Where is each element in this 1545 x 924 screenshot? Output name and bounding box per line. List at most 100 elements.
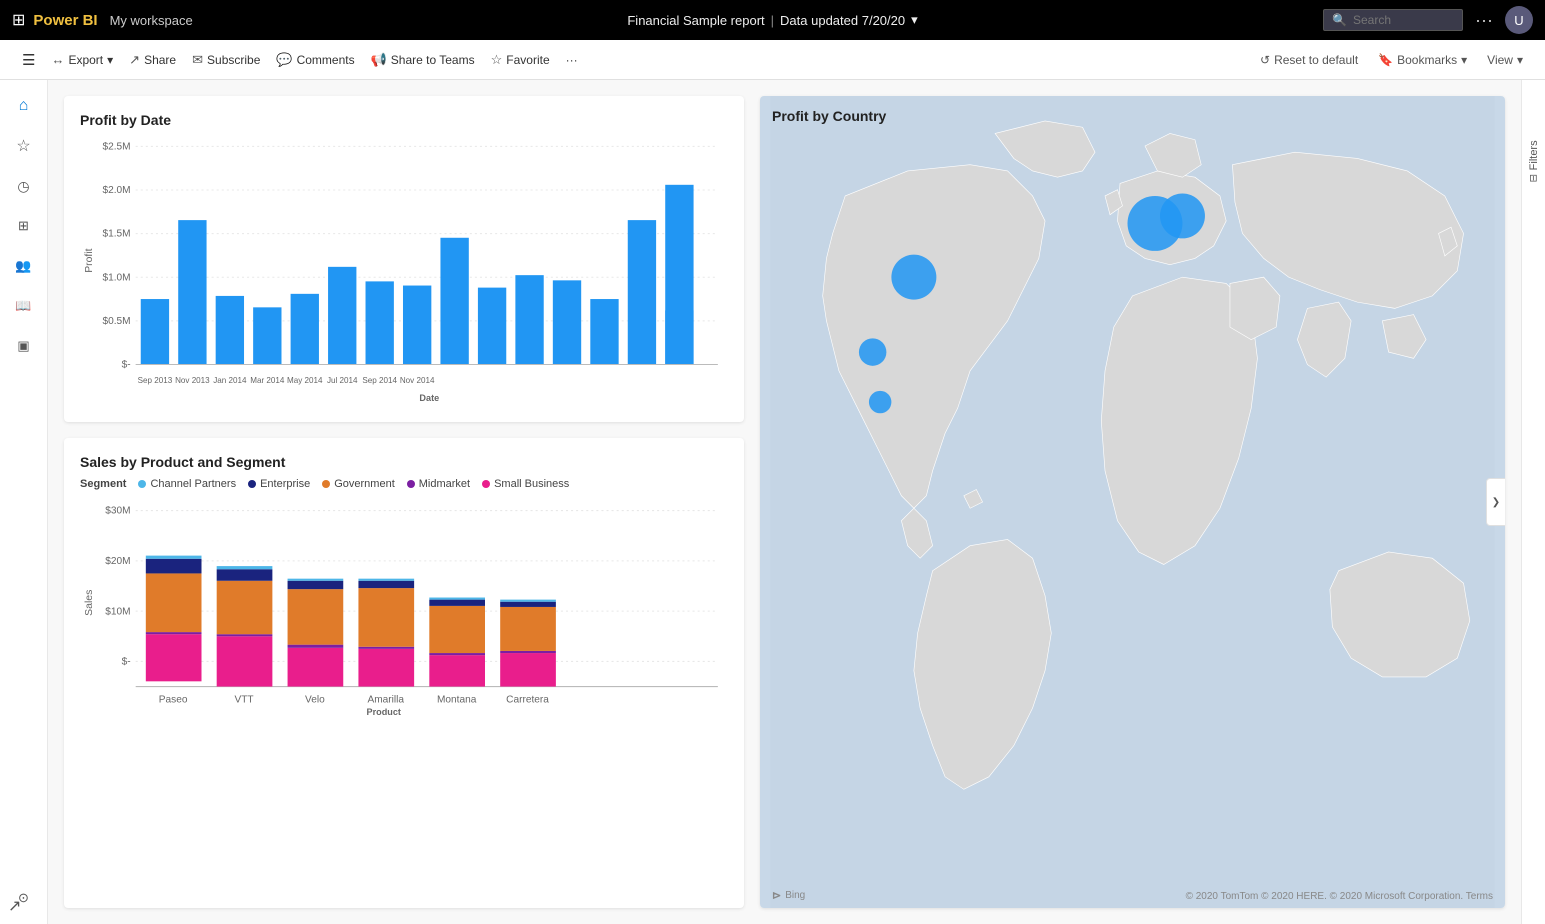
legend-midmarket: Midmarket: [407, 478, 470, 490]
sales-by-product-panel: Sales by Product and Segment Segment Cha…: [64, 438, 744, 908]
collapse-icon: ❯: [1492, 497, 1500, 508]
view-label: View: [1487, 53, 1513, 67]
sidebar-item-apps[interactable]: ⊞: [6, 208, 42, 244]
search-input[interactable]: [1353, 13, 1454, 27]
profit-by-country-panel[interactable]: Profit by Country .land { fill: #d8d8d8;…: [760, 96, 1505, 908]
bing-logo: ⊳: [772, 889, 781, 902]
svg-text:Jul 2014: Jul 2014: [327, 376, 358, 385]
sidebar-item-shared[interactable]: 👥: [6, 248, 42, 284]
svg-text:Profit: Profit: [84, 248, 95, 272]
view-btn[interactable]: View ▾: [1481, 49, 1529, 71]
more-options-btn[interactable]: ···: [1475, 10, 1493, 31]
reset-btn[interactable]: ↺ Reset to default: [1254, 49, 1364, 71]
svg-text:$30M: $30M: [105, 506, 130, 517]
profit-by-date-chart[interactable]: $2.5M $2.0M $1.5M $1.0M $0.5M $- Profit: [80, 136, 728, 406]
main-layout: ⌂ ☆ ◷ ⊞ 👥 📖 ▣ ⊙ Profit by Date: [0, 80, 1545, 924]
left-sidebar: ⌂ ☆ ◷ ⊞ 👥 📖 ▣ ⊙: [0, 80, 48, 924]
sidebar-item-learn[interactable]: 📖: [6, 288, 42, 324]
report-title: Financial Sample report: [627, 13, 764, 28]
svg-text:$2.5M: $2.5M: [102, 141, 130, 152]
bookmark-icon: 🔖: [1378, 53, 1393, 67]
filters-panel[interactable]: ⊟ Filters: [1528, 140, 1540, 182]
content-area: Profit by Date $2.5M $2.0M $1.5M: [48, 80, 1521, 924]
comments-icon: 💬: [276, 52, 292, 68]
sidebar-item-recent[interactable]: ◷: [6, 168, 42, 204]
government-label: Government: [334, 478, 395, 490]
enterprise-dot: [248, 480, 256, 488]
export-btn[interactable]: ↔ Export ▾: [45, 48, 119, 71]
svg-text:$-: $-: [122, 656, 131, 667]
toolbar: ☰ ↔ Export ▾ ↗ Share ✉ Subscribe 💬 Comme…: [0, 40, 1545, 80]
svg-text:Paseo: Paseo: [159, 694, 188, 705]
profit-by-date-panel: Profit by Date $2.5M $2.0M $1.5M: [64, 96, 744, 422]
legend: Segment Channel Partners Enterprise Gove…: [80, 478, 728, 490]
left-charts: Profit by Date $2.5M $2.0M $1.5M: [64, 96, 744, 908]
svg-text:Montana: Montana: [437, 694, 477, 705]
chevron-down-icon[interactable]: ▾: [911, 12, 918, 28]
profit-by-date-title: Profit by Date: [80, 112, 728, 128]
enterprise-label: Enterprise: [260, 478, 310, 490]
share-label: Share: [144, 53, 176, 67]
reset-icon: ↺: [1260, 53, 1270, 67]
legend-enterprise: Enterprise: [248, 478, 310, 490]
share-btn[interactable]: ↗ Share: [123, 48, 182, 72]
sales-by-product-title: Sales by Product and Segment: [80, 454, 728, 470]
bookmarks-btn[interactable]: 🔖 Bookmarks ▾: [1372, 49, 1473, 71]
filters-label: Filters: [1528, 140, 1540, 170]
small-business-dot: [482, 480, 490, 488]
svg-text:Nov 2014: Nov 2014: [400, 376, 435, 385]
arrow-icon: ↗: [8, 898, 21, 915]
svg-text:$2.0M: $2.0M: [102, 185, 130, 196]
svg-text:$20M: $20M: [105, 556, 130, 567]
more-toolbar-btn[interactable]: ···: [560, 49, 584, 71]
collapse-btn[interactable]: ❯: [1486, 478, 1505, 526]
government-dot: [322, 480, 330, 488]
toolbar-right: ↺ Reset to default 🔖 Bookmarks ▾ View ▾: [1254, 49, 1529, 71]
favorite-icon: ☆: [491, 52, 503, 68]
search-icon: 🔍: [1332, 13, 1347, 27]
avatar[interactable]: U: [1505, 6, 1533, 34]
share-teams-btn[interactable]: 📢 Share to Teams: [365, 48, 481, 72]
export-icon: ↔: [51, 52, 64, 67]
bookmarks-chevron-icon: ▾: [1461, 53, 1467, 67]
menu-icon[interactable]: ⊞: [12, 10, 25, 30]
svg-text:Sep 2014: Sep 2014: [362, 376, 397, 385]
svg-text:VTT: VTT: [234, 694, 254, 705]
map-container[interactable]: .land { fill: #d8d8d8; stroke: #fff; str…: [760, 96, 1505, 908]
map-copyright: © 2020 TomTom © 2020 HERE. © 2020 Micros…: [1186, 891, 1493, 902]
svg-text:$10M: $10M: [105, 606, 130, 617]
sales-chart[interactable]: $30M $20M $10M $- Sales: [80, 498, 728, 718]
view-chevron-icon: ▾: [1517, 53, 1523, 67]
svg-text:$-: $-: [122, 359, 131, 370]
filter-icon: ⊟: [1528, 174, 1539, 182]
teams-icon: 📢: [371, 52, 387, 68]
brand-name: Power BI: [33, 12, 97, 29]
small-business-label: Small Business: [494, 478, 569, 490]
hamburger-btn[interactable]: ☰: [16, 47, 41, 73]
logo-area: ⊞ Power BI: [12, 10, 98, 30]
svg-text:$0.5M: $0.5M: [102, 316, 130, 327]
comments-label: Comments: [297, 53, 355, 67]
workspace-label: My workspace: [110, 13, 193, 28]
segment-label: Segment: [80, 478, 126, 490]
sidebar-item-favorites[interactable]: ☆: [6, 128, 42, 164]
svg-text:Date: Date: [419, 393, 439, 403]
favorite-btn[interactable]: ☆ Favorite: [485, 48, 556, 72]
comments-btn[interactable]: 💬 Comments: [270, 48, 360, 72]
report-title-area: Financial Sample report | Data updated 7…: [627, 12, 917, 28]
export-chevron-icon: ▾: [107, 53, 113, 67]
svg-text:Jan 2014: Jan 2014: [213, 376, 247, 385]
legend-government: Government: [322, 478, 395, 490]
search-box[interactable]: 🔍: [1323, 9, 1463, 31]
svg-text:$1.5M: $1.5M: [102, 229, 130, 240]
svg-text:Amarilla: Amarilla: [367, 694, 404, 705]
expand-btn[interactable]: ↗: [8, 896, 21, 916]
sidebar-item-workspaces[interactable]: ▣: [6, 328, 42, 364]
svg-text:Product: Product: [367, 707, 401, 717]
sidebar-item-home[interactable]: ⌂: [6, 88, 42, 124]
share-icon: ↗: [129, 52, 140, 68]
profit-by-country-title: Profit by Country: [772, 108, 886, 124]
legend-small-business: Small Business: [482, 478, 569, 490]
subscribe-btn[interactable]: ✉ Subscribe: [186, 48, 266, 72]
map-footer-left: ⊳ Bing: [772, 889, 805, 902]
